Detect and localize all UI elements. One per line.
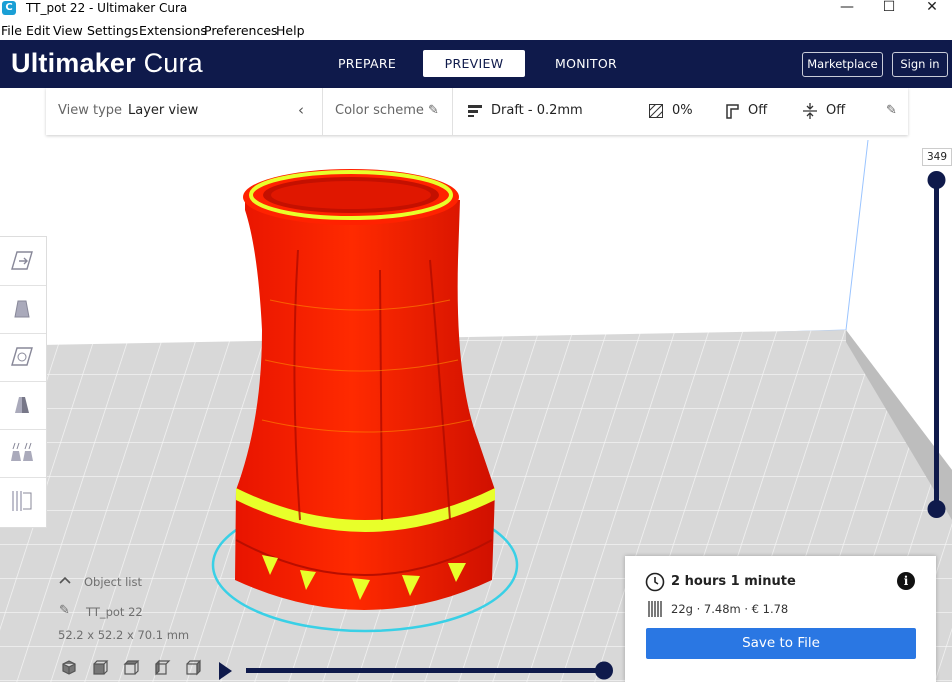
menu-help[interactable]: Help bbox=[276, 23, 305, 38]
menu-settings[interactable]: Settings bbox=[87, 23, 138, 38]
save-to-file-button[interactable]: Save to File bbox=[646, 628, 916, 659]
support-blocker-button[interactable] bbox=[0, 477, 46, 525]
maximize-button[interactable]: ☐ bbox=[874, 0, 904, 14]
mirror-icon bbox=[15, 397, 29, 413]
per-model-settings-button[interactable] bbox=[0, 429, 46, 478]
layer-slider[interactable] bbox=[926, 170, 948, 520]
object-list-toggle[interactable]: Object list bbox=[84, 575, 142, 589]
move-tool-button[interactable] bbox=[0, 237, 46, 286]
print-info-panel: 2 hours 1 minute i 22g · 7.48m · € 1.78 bbox=[625, 556, 936, 682]
view-type-dropdown[interactable]: Layer view bbox=[128, 103, 198, 118]
adhesion-value[interactable]: Off bbox=[826, 103, 845, 118]
toolbar-divider bbox=[452, 88, 453, 135]
menu-file[interactable]: File bbox=[1, 23, 22, 38]
rotate-icon bbox=[11, 347, 33, 366]
print-time: 2 hours 1 minute bbox=[671, 574, 796, 589]
layer-number-input[interactable]: 349 bbox=[922, 148, 952, 166]
support-value[interactable]: Off bbox=[748, 103, 767, 118]
per-model-settings-icon bbox=[11, 442, 33, 461]
infill-icon bbox=[649, 104, 663, 118]
view-front-icon bbox=[93, 660, 109, 675]
left-tool-panel bbox=[0, 236, 47, 528]
path-slider[interactable] bbox=[216, 660, 616, 682]
layer-slider-top-handle bbox=[927, 171, 946, 189]
object-name: TT_pot 22 bbox=[86, 605, 143, 619]
toolbar-divider bbox=[322, 88, 323, 135]
object-dimensions: 52.2 x 52.2 x 70.1 mm bbox=[58, 628, 190, 642]
profile-icon bbox=[468, 105, 482, 117]
menu-view[interactable]: View bbox=[53, 23, 83, 38]
clock-icon bbox=[645, 572, 665, 592]
move-icon bbox=[11, 251, 33, 270]
scale-icon bbox=[14, 300, 30, 318]
tab-preview[interactable]: PREVIEW bbox=[423, 50, 525, 77]
view-right-icon bbox=[186, 659, 201, 676]
app-icon: C bbox=[2, 1, 16, 15]
view-toolbar: View type Layer view ‹ Color scheme ✎ Dr… bbox=[46, 88, 908, 135]
menu-extensions[interactable]: Extensions bbox=[139, 23, 207, 38]
app-logo: Ultimaker Cura bbox=[11, 48, 203, 78]
view-left-icon bbox=[155, 659, 171, 676]
menu-preferences[interactable]: Preferences bbox=[204, 23, 278, 38]
window-title: TT_pot 22 - Ultimaker Cura bbox=[26, 1, 188, 15]
scale-tool-button[interactable] bbox=[0, 285, 46, 334]
sign-in-button[interactable]: Sign in bbox=[892, 52, 948, 77]
print-profile-selector[interactable]: Draft - 0.2mm bbox=[491, 103, 583, 118]
rotate-tool-button[interactable] bbox=[0, 333, 46, 382]
tab-monitor[interactable]: MONITOR bbox=[541, 50, 631, 77]
chevron-left-icon[interactable]: ‹ bbox=[298, 101, 304, 119]
view-type-label: View type bbox=[58, 103, 123, 118]
view-3d-icon bbox=[62, 660, 76, 675]
infill-value[interactable]: 0% bbox=[672, 103, 693, 118]
minimize-button[interactable]: — bbox=[832, 0, 862, 14]
tab-prepare[interactable]: PREPARE bbox=[324, 50, 410, 77]
chevron-up-icon[interactable] bbox=[59, 576, 71, 584]
camera-view-buttons bbox=[62, 659, 201, 676]
material-usage: 22g · 7.48m · € 1.78 bbox=[671, 602, 789, 616]
view-top-icon bbox=[123, 660, 140, 675]
mirror-tool-button[interactable] bbox=[0, 381, 46, 430]
support-blocker-icon bbox=[12, 491, 32, 511]
window-titlebar: C TT_pot 22 - Ultimaker Cura — ☐ ✕ bbox=[0, 0, 952, 18]
close-button[interactable]: ✕ bbox=[917, 0, 947, 14]
material-spool-icon bbox=[648, 601, 662, 617]
menu-bar: File Edit View Settings Extensions Prefe… bbox=[0, 21, 952, 40]
info-icon[interactable]: i bbox=[897, 572, 915, 590]
support-icon bbox=[726, 104, 739, 119]
color-scheme-button[interactable]: Color scheme bbox=[335, 103, 424, 118]
marketplace-button[interactable]: Marketplace bbox=[802, 52, 883, 77]
edit-name-pencil-icon[interactable]: ✎ bbox=[59, 603, 70, 618]
adhesion-icon bbox=[803, 103, 817, 119]
menu-edit[interactable]: Edit bbox=[26, 23, 50, 38]
play-icon bbox=[219, 662, 232, 680]
pencil-icon[interactable]: ✎ bbox=[428, 103, 439, 118]
path-slider-handle bbox=[595, 661, 613, 680]
layer-slider-bottom-handle bbox=[927, 500, 946, 518]
settings-pencil-icon[interactable]: ✎ bbox=[886, 103, 897, 118]
